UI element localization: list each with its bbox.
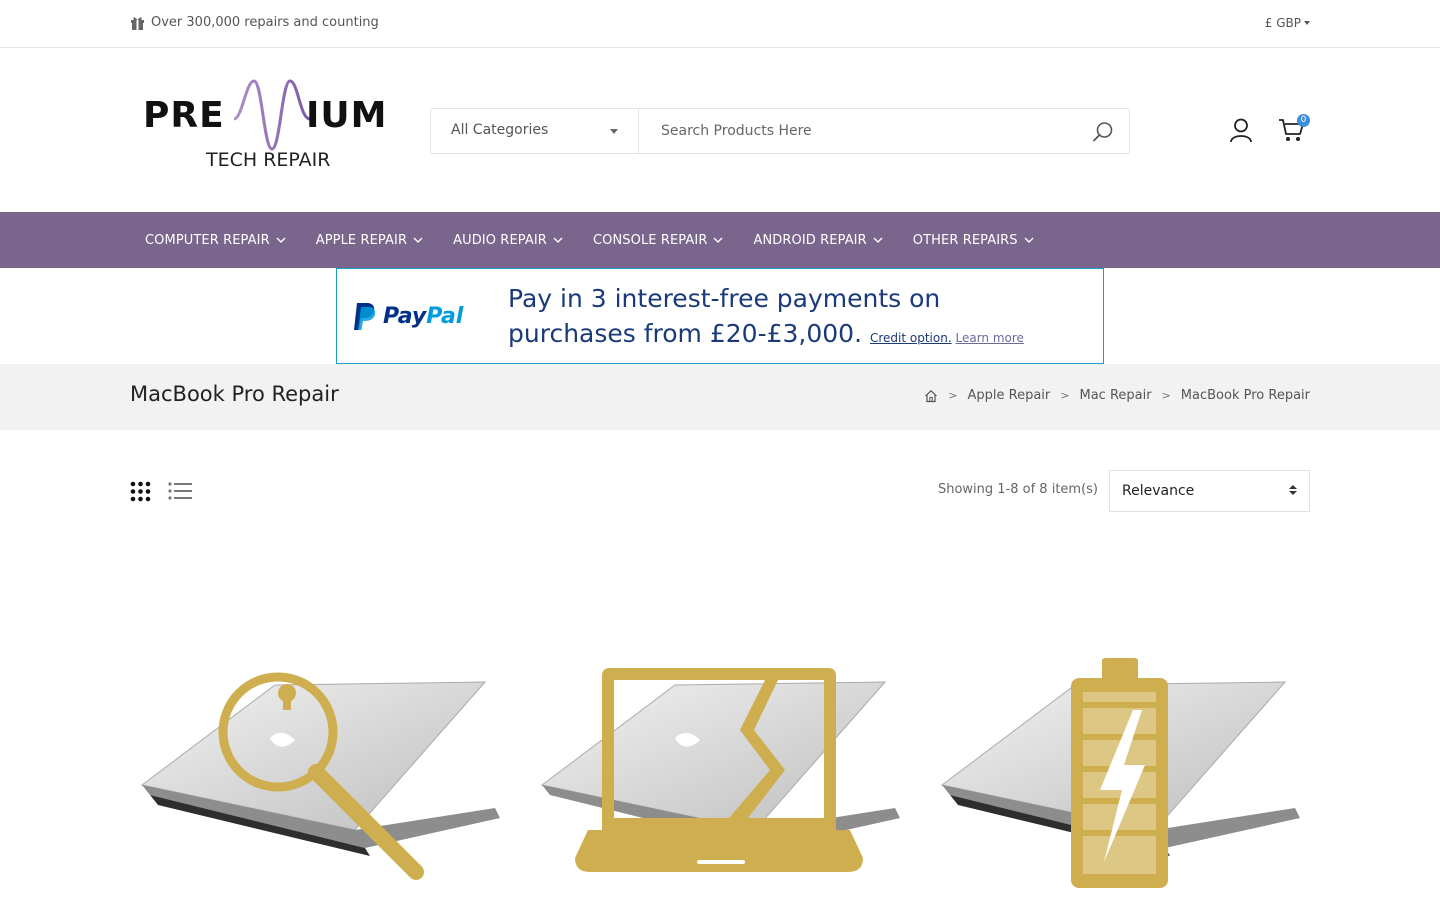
product-image xyxy=(140,672,500,880)
nav-item-label: CONSOLE REPAIR xyxy=(592,232,708,248)
paypal-message: Pay in 3 interest-free payments on purch… xyxy=(508,281,1088,356)
sort-arrows-icon xyxy=(1289,485,1297,495)
paypal-wordmark: PayPal xyxy=(383,304,463,329)
chevron-down-icon xyxy=(713,237,723,243)
waveform-logo-icon xyxy=(233,79,311,151)
nav-item-label: AUDIO REPAIR xyxy=(453,232,547,248)
main-nav: COMPUTER REPAIR APPLE REPAIR AUDIO REPAI… xyxy=(0,212,1440,268)
nav-item-audio-repair[interactable]: AUDIO REPAIR xyxy=(453,212,563,268)
promo-text: Over 300,000 repairs and counting xyxy=(151,15,379,30)
nav-item-other-repairs[interactable]: OTHER REPAIRS xyxy=(913,212,1034,268)
search-icon[interactable] xyxy=(1091,120,1115,144)
paypal-credit-banner[interactable]: PayPal Pay in 3 interest-free payments o… xyxy=(336,268,1104,364)
paypal-logo: PayPal xyxy=(353,302,463,331)
battery-icon xyxy=(1071,658,1168,888)
nav-item-label: COMPUTER REPAIR xyxy=(145,232,270,248)
learn-more-link[interactable]: Learn more xyxy=(955,331,1023,345)
breadcrumb-mac-repair[interactable]: Mac Repair xyxy=(1079,388,1151,403)
logo-word-right: IUM xyxy=(306,95,388,136)
product-card[interactable] xyxy=(530,650,910,900)
logo[interactable]: PRE IUM TECH REPAIR xyxy=(140,77,392,175)
list-view-icon[interactable] xyxy=(168,481,192,501)
logo-subtitle: TECH REPAIR xyxy=(206,149,331,171)
product-image xyxy=(540,668,900,872)
cart-count-badge: 0 xyxy=(1297,114,1310,127)
nav-item-android-repair[interactable]: ANDROID REPAIR xyxy=(753,212,883,268)
user-account-icon[interactable] xyxy=(1228,117,1254,143)
currency-label: £ GBP xyxy=(1264,16,1301,30)
paypal-message-line1: Pay in 3 interest-free payments on xyxy=(508,284,941,313)
nav-item-label: APPLE REPAIR xyxy=(315,232,408,248)
nav-item-computer-repair[interactable]: COMPUTER REPAIR xyxy=(145,212,286,268)
home-icon[interactable] xyxy=(924,389,938,403)
breadcrumb-current: MacBook Pro Repair xyxy=(1180,388,1310,403)
nav-item-console-repair[interactable]: CONSOLE REPAIR xyxy=(593,212,724,268)
chevron-down-icon xyxy=(873,237,883,243)
gift-icon xyxy=(131,16,144,30)
results-count: Showing 1-8 of 8 item(s) xyxy=(937,482,1098,497)
caret-down-icon xyxy=(610,129,618,134)
product-image xyxy=(940,658,1300,888)
category-dropdown[interactable]: All Categories xyxy=(431,109,639,153)
nav-item-apple-repair[interactable]: APPLE REPAIR xyxy=(316,212,423,268)
search-input[interactable] xyxy=(641,109,1081,153)
top-bar: Over 300,000 repairs and counting £ GBP xyxy=(0,0,1440,48)
paypal-p-icon xyxy=(354,303,376,330)
paypal-pay: Pay xyxy=(383,304,427,329)
breadcrumb-apple-repair[interactable]: Apple Repair xyxy=(968,388,1051,403)
nav-item-label: ANDROID REPAIR xyxy=(753,232,867,248)
breadcrumb-separator: > xyxy=(1060,389,1070,402)
sort-selected-value: Relevance xyxy=(1122,483,1195,499)
chevron-down-icon xyxy=(276,237,286,243)
search-bar: All Categories xyxy=(430,108,1130,154)
credit-option-link[interactable]: Credit option. xyxy=(870,331,952,345)
paypal-message-line2: purchases from £20-£3,000. xyxy=(508,319,863,348)
logo-word-left: PRE xyxy=(143,95,225,136)
breadcrumb-separator: > xyxy=(948,389,958,402)
header: PRE IUM TECH REPAIR All Categories Searc… xyxy=(0,49,1440,212)
breadcrumb-separator: > xyxy=(1161,389,1171,402)
currency-selector[interactable]: £ GBP xyxy=(1265,16,1310,30)
paypal-pal: Pal xyxy=(426,304,464,329)
category-label: All Categories xyxy=(451,122,549,138)
breadcrumb: > Apple Repair > Mac Repair > MacBook Pr… xyxy=(924,388,1310,403)
grid-view-icon[interactable] xyxy=(130,481,151,502)
chevron-down-icon xyxy=(1024,237,1034,243)
page-header: MacBook Pro Repair > Apple Repair > Mac … xyxy=(0,364,1440,430)
sort-select[interactable]: Relevance xyxy=(1109,470,1310,512)
product-card[interactable] xyxy=(930,650,1310,900)
promo: Over 300,000 repairs and counting xyxy=(130,15,379,30)
chevron-down-icon xyxy=(553,237,563,243)
caret-down-icon xyxy=(1304,21,1310,25)
nav-item-label: OTHER REPAIRS xyxy=(912,232,1018,248)
page-title: MacBook Pro Repair xyxy=(130,382,339,406)
product-card[interactable] xyxy=(130,650,510,900)
chevron-down-icon xyxy=(413,237,423,243)
